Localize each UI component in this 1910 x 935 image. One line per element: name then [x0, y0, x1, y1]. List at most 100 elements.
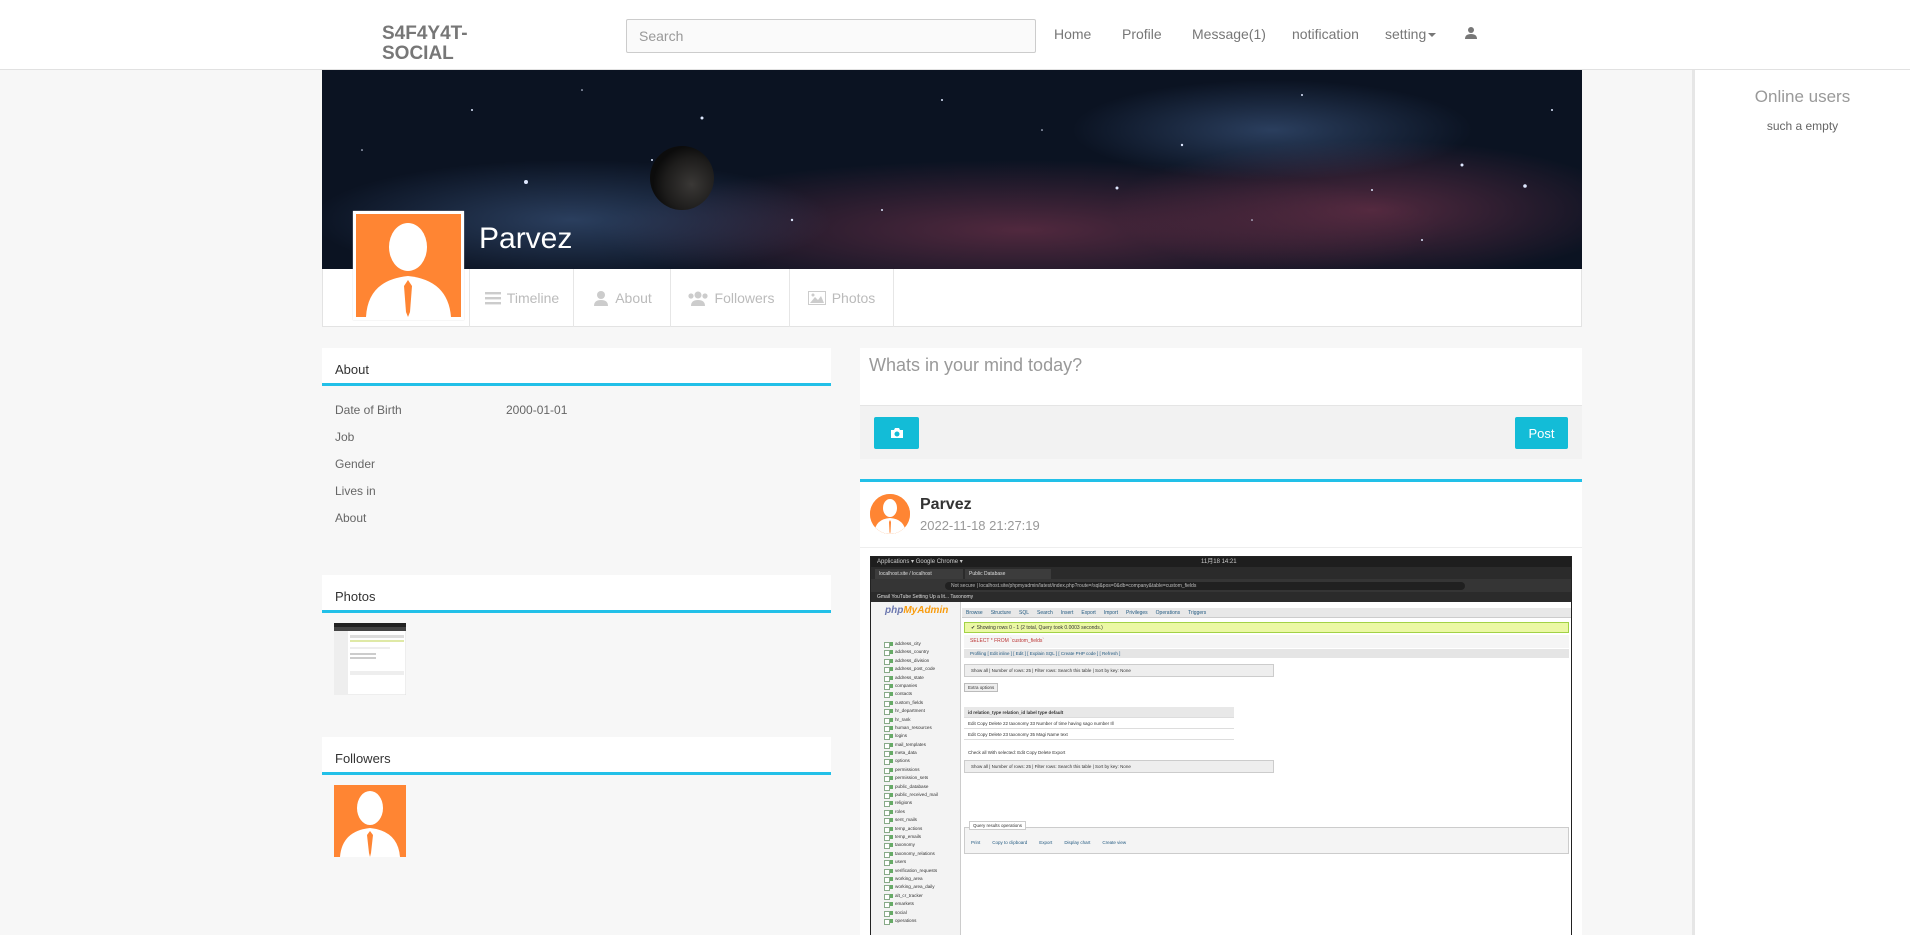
pma-ops-items: Print Copy to clipboard Export Display char… — [971, 840, 1138, 845]
pma-tab: Structure — [990, 610, 1011, 616]
tab-about[interactable]: About — [573, 269, 671, 327]
pma-tree-item: address_state — [881, 674, 957, 682]
pma-tree-item: contacts — [881, 690, 957, 699]
post-image-screenshot[interactable]: Applications ▾ Google Chrome ▾ 11月18 14:… — [870, 556, 1572, 935]
pma-nav-row-bottom: Show all | Number of rows: 25 | Filter r… — [964, 760, 1274, 773]
user-icon — [594, 291, 609, 306]
tab-photos-label: Photos — [831, 290, 876, 306]
pma-tree-item: working_area_daily — [881, 883, 957, 892]
photos-panel: Photos — [322, 575, 831, 707]
pma-table-row: Edit Copy Delete 23 taxonomy 35 Magi Nam… — [964, 729, 1234, 740]
nav-home[interactable]: Home — [1054, 26, 1091, 42]
pma-tree-item: verification_requests — [881, 867, 957, 875]
user-icon[interactable] — [1464, 26, 1478, 40]
about-label: Date of Birth — [335, 403, 402, 417]
follower-avatar[interactable] — [334, 785, 406, 857]
pma-tree-item: address_division — [881, 657, 957, 666]
pma-tabs: Browse Structure SQL Search Insert Export Impo… — [962, 608, 1571, 618]
post-author-name[interactable]: Parvez — [920, 496, 972, 514]
browser-tab: localhost.site / localhost — [875, 569, 963, 579]
pma-logo-php: php — [885, 605, 904, 616]
pma-logo-myadmin: MyAdmin — [903, 605, 949, 616]
nav-profile[interactable]: Profile — [1122, 26, 1162, 42]
about-label: About — [335, 511, 367, 525]
pma-tree-item: address_post_code — [881, 665, 957, 674]
browser-urlbar-row: Not secure | localhost.site/phpmyadmin/l… — [871, 579, 1571, 592]
photo-thumbnail[interactable] — [334, 623, 406, 695]
pma-profiling: Profiling [ Edit inline ] [ Edit ] [ Exp… — [964, 649, 1569, 658]
about-label: Job — [335, 430, 355, 444]
camera-icon — [890, 428, 903, 438]
tab-photos[interactable]: Photos — [789, 269, 894, 327]
pma-tree-item: religions — [881, 799, 957, 808]
online-users-title: Online users — [1754, 87, 1851, 106]
post-button[interactable]: Post — [1515, 417, 1568, 449]
online-users-empty-text: such a empty — [1766, 119, 1839, 133]
pma-table-header: id relation_type relation_id label type … — [964, 707, 1234, 718]
about-label: Gender — [335, 457, 376, 471]
pma-ops-item: Copy to clipboard — [992, 840, 1028, 845]
nav-messages[interactable]: Message(1) — [1192, 26, 1266, 42]
browser-tabs: localhost.site / localhost Public Databa… — [871, 567, 1571, 579]
pma-success-message: ✔ Showing rows 0 - 1 (2 total, Query too… — [964, 622, 1569, 633]
users-icon — [687, 291, 708, 306]
os-topbar-menu: Applications ▾ Google Chrome ▾ — [877, 559, 963, 565]
pma-ops-item: Display chart — [1064, 840, 1091, 845]
image-icon — [807, 291, 826, 305]
pma-tree-item: working_area — [881, 875, 957, 884]
tab-followers[interactable]: Followers — [670, 269, 790, 327]
pma-tree-item: public_database — [881, 783, 957, 792]
pma-tree-item: options — [881, 757, 957, 766]
pma-sql-query: SELECT * FROM `custom_fields` — [964, 635, 1569, 648]
pma-tab: SQL — [1018, 610, 1029, 616]
pma-tab: Export — [1081, 610, 1096, 616]
pma-tree-item: temp_actions — [881, 825, 957, 833]
pma-tree-item: emarkets — [881, 900, 957, 909]
post-timestamp: 2022-11-18 21:27:19 — [920, 518, 1040, 533]
about-row-job: Job — [322, 421, 831, 448]
pma-tree-item: permissions — [881, 766, 957, 775]
browser-urlbar: Not secure | localhost.site/phpmyadmin/l… — [945, 582, 1465, 590]
photos-panel-body — [322, 613, 831, 707]
os-clock: 11月18 14:21 — [1201, 559, 1237, 565]
pma-tree-item: taxonomy_relations — [881, 850, 957, 859]
pma-tree-item: address_country — [881, 648, 957, 657]
pma-tab: Operations — [1155, 610, 1181, 616]
browser-bookmarks: Gmail YouTube Setting Up a lit... Taxono… — [871, 592, 1571, 602]
nav-notification[interactable]: notification — [1292, 26, 1359, 42]
pma-tree-item: hr_rank — [881, 716, 957, 724]
pma-result-table: id relation_type relation_id label type … — [964, 707, 1234, 740]
about-row-gender: Gender — [322, 448, 831, 475]
post-author-avatar[interactable] — [870, 494, 910, 534]
search-input[interactable] — [626, 19, 1036, 53]
brand-logo[interactable]: S4F4Y4T-SOCIAL — [382, 24, 502, 64]
pma-table-row: Edit Copy Delete 22 taxonomy 33 Number o… — [964, 718, 1234, 729]
pma-ops-title: Query results operations — [969, 821, 1027, 830]
followers-panel-body — [322, 775, 831, 872]
followers-panel-title: Followers — [322, 737, 831, 775]
top-navbar: S4F4Y4T-SOCIAL Home Profile Message(1) n… — [0, 0, 1910, 70]
photo-upload-button[interactable] — [874, 417, 919, 449]
pma-tree-item: companies — [881, 682, 957, 691]
pma-tab: Browse — [966, 610, 983, 616]
about-row-about: About — [322, 502, 831, 529]
pma-tree-item: hr_department — [881, 707, 957, 716]
post-textarea[interactable] — [860, 348, 1582, 406]
pma-tree-item: users — [881, 858, 957, 867]
tab-timeline-label: Timeline — [506, 290, 560, 306]
tab-timeline[interactable]: Timeline — [469, 269, 574, 327]
pma-tab: Insert — [1060, 610, 1074, 616]
nav-setting-dropdown[interactable]: setting — [1385, 26, 1437, 42]
pma-extra-options: Extra options — [964, 683, 999, 692]
pma-ops-item: Print — [971, 840, 981, 845]
nav-setting-label: setting — [1385, 26, 1427, 42]
profile-avatar[interactable] — [353, 211, 464, 320]
pma-tree-item: public_received_mail — [881, 791, 957, 800]
pma-check-all: Check all With selected: Edit Copy Delet… — [968, 750, 1066, 755]
default-avatar-image — [870, 494, 910, 534]
pma-nav-row: Show all | Number of rows: 25 | Filter r… — [964, 664, 1274, 677]
pma-tab: Search — [1037, 610, 1053, 616]
about-row-dob: Date of Birth 2000-01-01 — [322, 394, 831, 421]
pma-tree-item: meta_data — [881, 749, 957, 758]
chevron-down-icon — [1428, 33, 1437, 38]
